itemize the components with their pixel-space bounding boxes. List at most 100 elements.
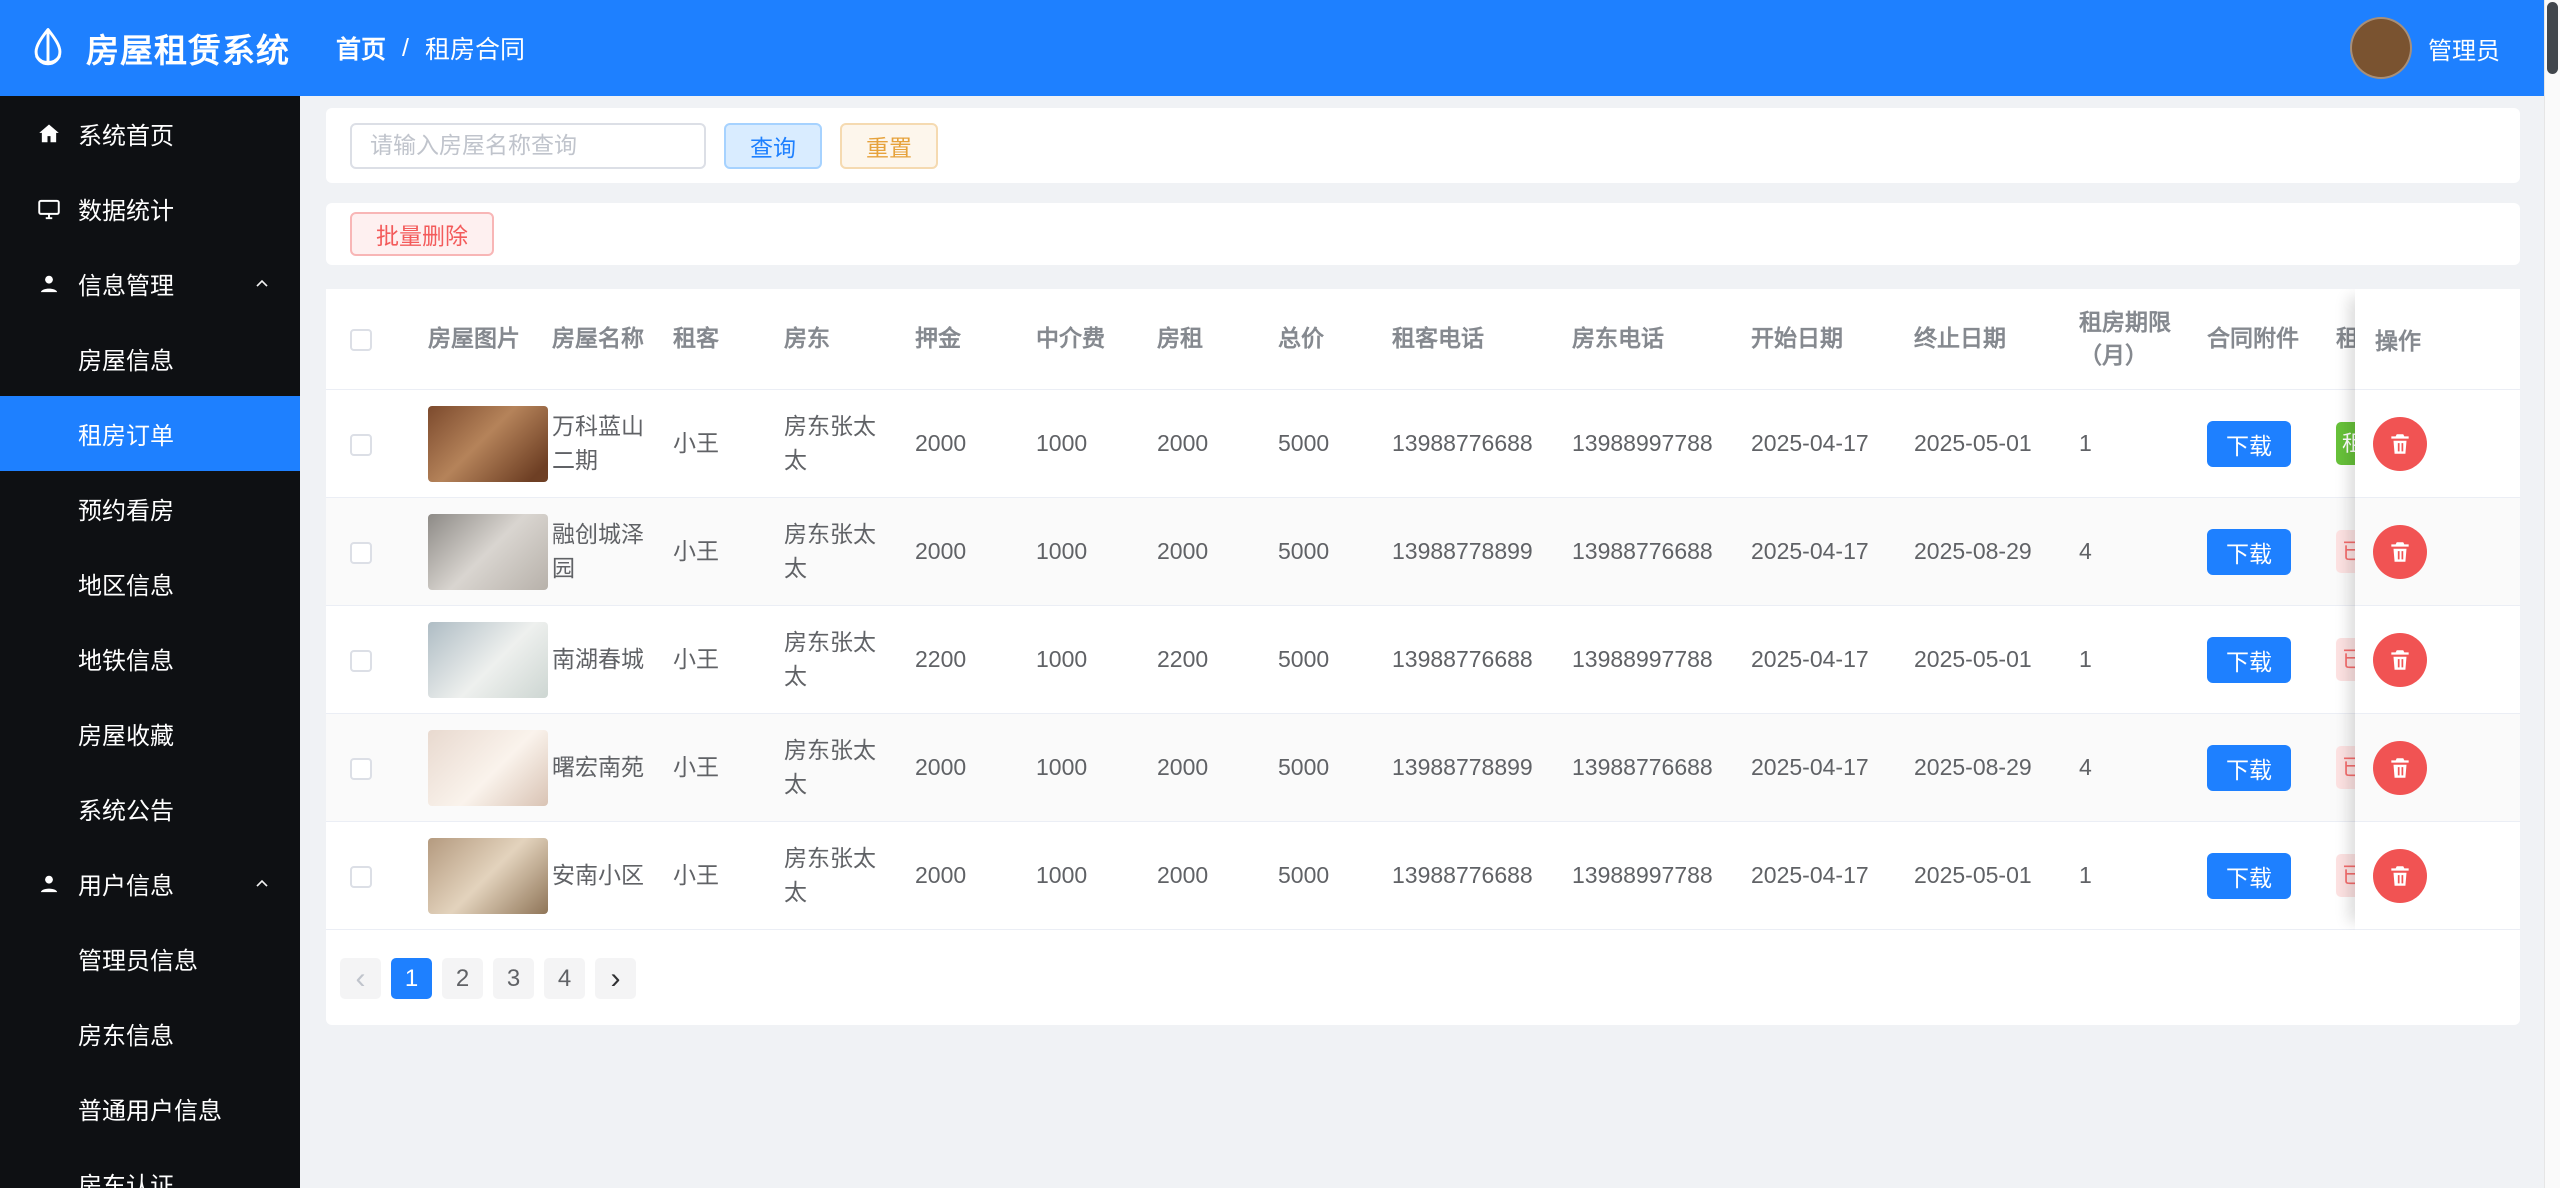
delete-button[interactable]	[2373, 632, 2427, 687]
sidebar-item-home[interactable]: 系统首页	[0, 96, 300, 171]
sidebar-item-landlord-certification[interactable]: 房东认证	[0, 1146, 300, 1188]
col-landlord-phone: 房东电话	[1572, 325, 1664, 352]
house-photo[interactable]	[428, 405, 548, 482]
download-button[interactable]: 下载	[2207, 852, 2291, 899]
sidebar-item-system-announcements[interactable]: 系统公告	[0, 771, 300, 846]
sidebar-group-user-info[interactable]: 用户信息	[0, 846, 300, 921]
sidebar-group-info-management[interactable]: 信息管理	[0, 246, 300, 321]
main-content: 查询 重置 批量删除 房屋图片 房屋名称 租客 房东 押金 中介费 房租 总价 …	[300, 96, 2560, 1188]
landlord: 房东张太太	[784, 737, 876, 797]
page-scrollbar	[2544, 0, 2560, 1188]
row-checkbox[interactable]	[350, 865, 372, 888]
download-button[interactable]: 下载	[2207, 744, 2291, 791]
row-checkbox[interactable]	[350, 649, 372, 672]
select-all-checkbox[interactable]	[350, 329, 372, 352]
pagination-next-button[interactable]: ›	[595, 958, 636, 999]
house-photo[interactable]	[428, 513, 548, 590]
total-price: 5000	[1278, 645, 1330, 672]
row-checkbox[interactable]	[350, 433, 372, 456]
sidebar-item-landlord-info[interactable]: 房东信息	[0, 996, 300, 1071]
user-role-label: 管理员	[2428, 37, 2500, 65]
landlord-phone: 13988997788	[1572, 645, 1713, 672]
sidebar-item-rent-orders[interactable]: 租房订单	[0, 396, 300, 471]
search-toolbar: 查询 重置	[326, 108, 2520, 183]
deposit: 2000	[915, 753, 967, 780]
pagination-page-4[interactable]: 4	[544, 958, 585, 999]
search-input[interactable]	[350, 122, 706, 169]
tenant: 小王	[673, 537, 719, 564]
rent: 2000	[1157, 753, 1209, 780]
row-checkbox[interactable]	[350, 757, 372, 780]
user-avatar[interactable]	[2350, 17, 2412, 79]
delete-button[interactable]	[2373, 524, 2427, 579]
sidebar-item-label: 管理员信息	[78, 948, 198, 975]
download-button[interactable]: 下载	[2207, 528, 2291, 575]
table-row: 万科蓝山二期 小王 房东张太太 2000 1000 2000 5000 1398…	[326, 390, 2474, 498]
sidebar-item-viewing-appointments[interactable]: 预约看房	[0, 471, 300, 546]
breadcrumb-separator: /	[402, 33, 409, 62]
house-photo[interactable]	[428, 729, 548, 806]
end-date: 2025-05-01	[1914, 645, 2032, 672]
total-price: 5000	[1278, 429, 1330, 456]
col-total-price: 总价	[1278, 325, 1324, 352]
house-photo[interactable]	[428, 837, 548, 914]
total-price: 5000	[1278, 861, 1330, 888]
sidebar-item-label: 房东信息	[78, 1023, 174, 1050]
end-date: 2025-08-29	[1914, 753, 2032, 780]
house-photo[interactable]	[428, 621, 548, 698]
breadcrumb-current: 租房合同	[424, 36, 525, 64]
pagination-page-3[interactable]: 3	[493, 958, 534, 999]
sidebar-item-label: 预约看房	[78, 498, 174, 525]
sidebar-item-admin-info[interactable]: 管理员信息	[0, 921, 300, 996]
agency-fee: 1000	[1036, 645, 1088, 672]
delete-button[interactable]	[2373, 848, 2427, 903]
delete-button[interactable]	[2373, 740, 2427, 795]
col-house-photo: 房屋图片	[428, 325, 520, 352]
tenant: 小王	[673, 861, 719, 888]
sidebar-item-house-info[interactable]: 房屋信息	[0, 321, 300, 396]
sidebar-item-stats[interactable]: 数据统计	[0, 171, 300, 246]
deposit: 2000	[915, 429, 967, 456]
sidebar-item-house-favorites[interactable]: 房屋收藏	[0, 696, 300, 771]
landlord-phone: 13988997788	[1572, 861, 1713, 888]
rent-term-months: 4	[2079, 753, 2092, 780]
pagination-prev-button[interactable]: ‹	[340, 958, 381, 999]
sidebar: 系统首页 数据统计 信息管理 房屋信息 租房订单 预约看房 地区信息 地铁信息 …	[0, 96, 300, 1188]
download-button[interactable]: 下载	[2207, 420, 2291, 467]
pagination-page-2[interactable]: 2	[442, 958, 483, 999]
house-name: 曙宏南苑	[552, 753, 644, 780]
sidebar-item-label: 房东认证	[78, 1173, 174, 1188]
start-date: 2025-04-17	[1751, 753, 1869, 780]
house-name: 融创城泽园	[552, 521, 644, 581]
row-checkbox[interactable]	[350, 541, 372, 564]
col-end-date: 终止日期	[1914, 325, 2006, 352]
monitor-icon	[36, 196, 62, 222]
sidebar-item-metro-info[interactable]: 地铁信息	[0, 621, 300, 696]
sidebar-item-label: 租房订单	[78, 423, 174, 450]
table-row: 安南小区 小王 房东张太太 2000 1000 2000 5000 139887…	[326, 822, 2474, 930]
landlord: 房东张太太	[784, 845, 876, 905]
sidebar-item-label: 系统公告	[78, 798, 174, 825]
start-date: 2025-04-17	[1751, 429, 1869, 456]
batch-delete-button[interactable]: 批量删除	[350, 212, 494, 256]
app-title: 房屋租赁系统	[86, 32, 290, 69]
sidebar-item-label: 数据统计	[78, 198, 174, 225]
landlord: 房东张太太	[784, 413, 876, 473]
sidebar-item-normal-user-info[interactable]: 普通用户信息	[0, 1071, 300, 1146]
sidebar-item-region-info[interactable]: 地区信息	[0, 546, 300, 621]
reset-button[interactable]: 重置	[840, 122, 938, 169]
query-button[interactable]: 查询	[724, 122, 822, 169]
deposit: 2200	[915, 645, 967, 672]
user-icon	[36, 271, 62, 297]
rent-term-months: 1	[2079, 645, 2092, 672]
pagination-page-1[interactable]: 1	[391, 958, 432, 999]
download-button[interactable]: 下载	[2207, 636, 2291, 683]
rent: 2200	[1157, 645, 1209, 672]
end-date: 2025-08-29	[1914, 537, 2032, 564]
scrollbar-thumb[interactable]	[2547, 2, 2558, 74]
breadcrumb-home-link[interactable]: 首页	[336, 30, 386, 66]
delete-button[interactable]	[2373, 416, 2427, 471]
col-landlord: 房东	[784, 325, 830, 352]
breadcrumb: 首页 / 租房合同	[336, 30, 525, 66]
home-icon	[36, 121, 62, 147]
